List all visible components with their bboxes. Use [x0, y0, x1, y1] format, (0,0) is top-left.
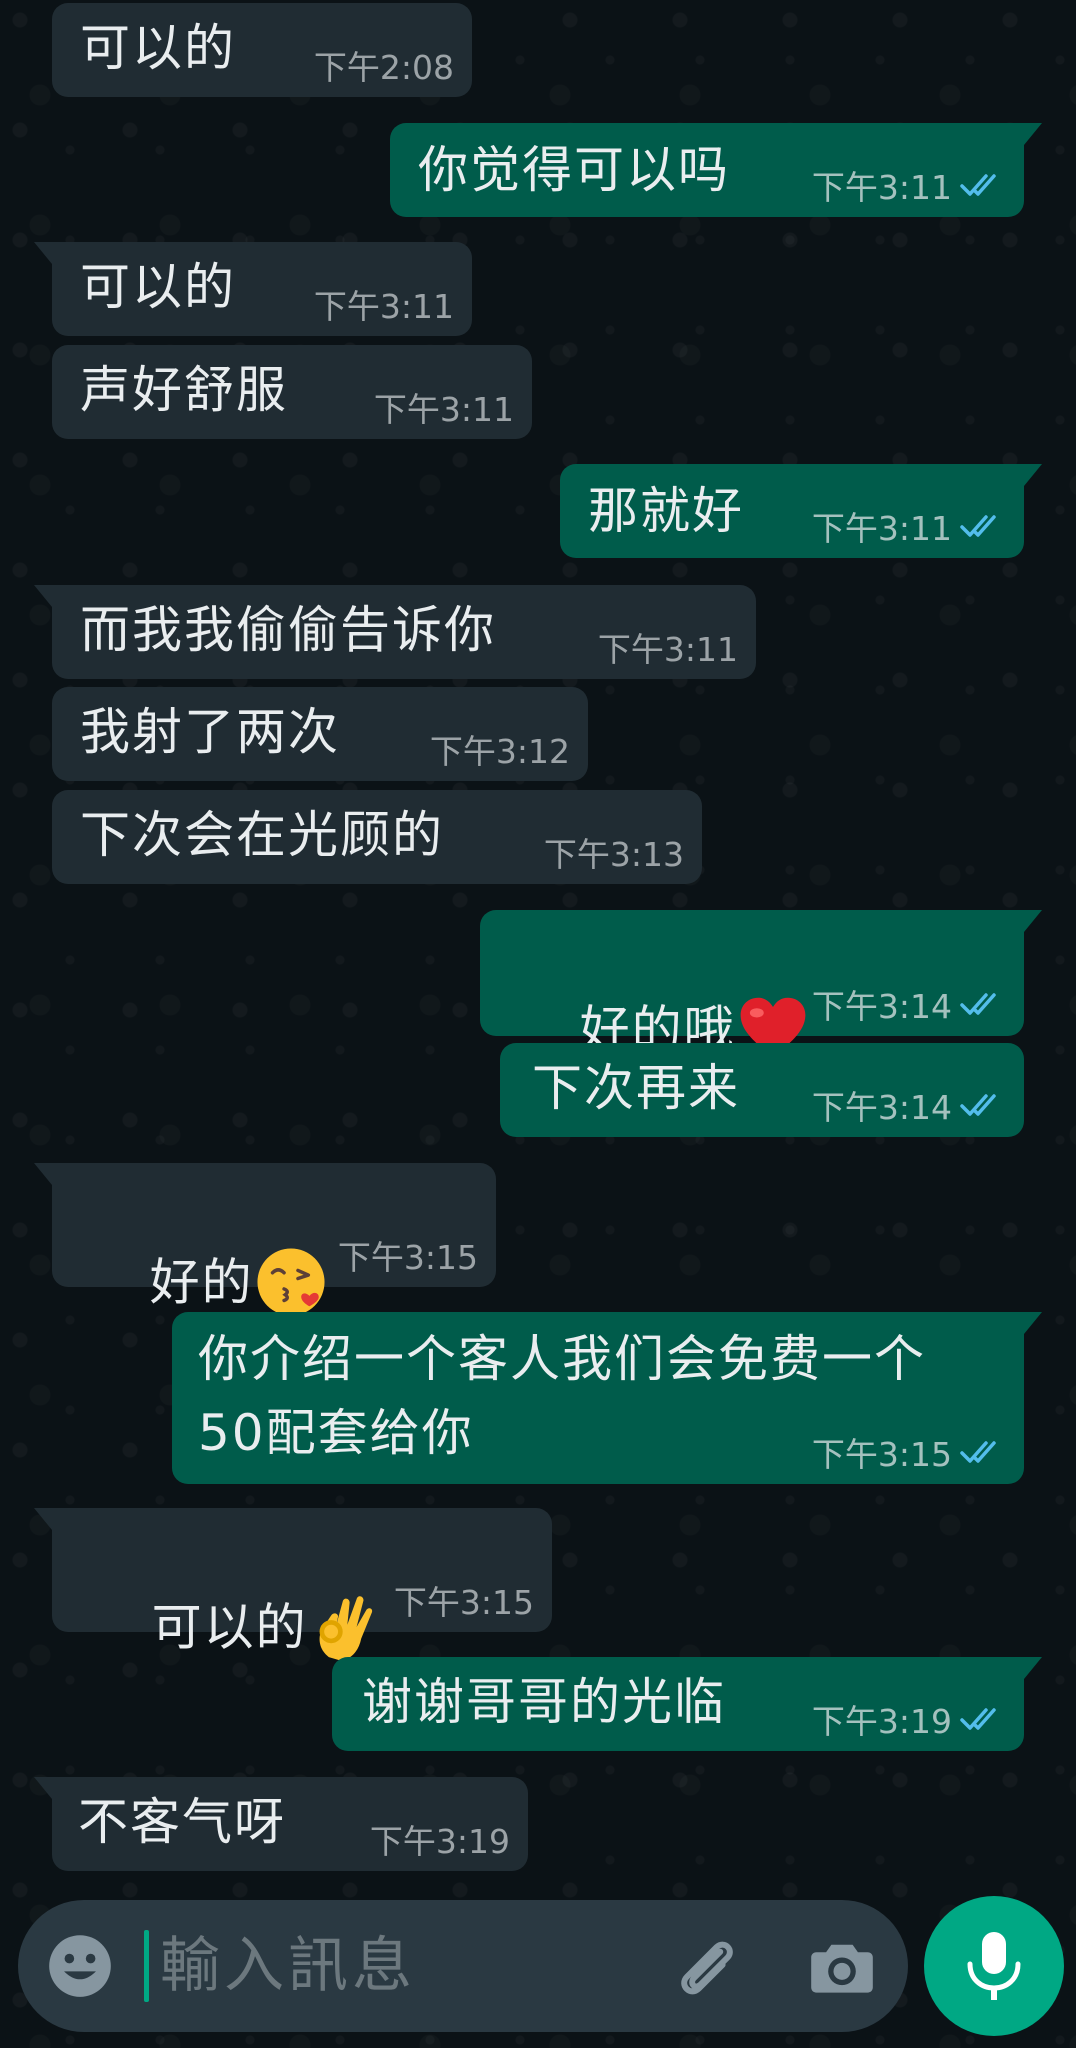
message-incoming[interactable]: 可以的 下午3:11 — [34, 242, 472, 336]
message-time: 下午3:15 — [811, 1435, 952, 1474]
message-time: 下午3:14 — [811, 1088, 952, 1127]
message-text: 下次再来 — [532, 1059, 740, 1117]
attach-icon[interactable] — [668, 1928, 744, 2004]
message-time: 下午2:08 — [313, 48, 454, 87]
message-outgoing[interactable]: 好的哦 下午3:14 — [480, 910, 1042, 1059]
mic-icon — [967, 1932, 1021, 2000]
message-text: 好的 — [149, 1253, 254, 1312]
message-text: 谢谢哥哥的光临 — [362, 1673, 726, 1731]
message-time: 下午3:11 — [313, 287, 454, 326]
message-incoming[interactable]: 不客气呀 下午3:19 — [34, 1777, 528, 1871]
read-ticks-icon — [960, 515, 996, 537]
message-outgoing[interactable]: 你介绍一个客人我们会免费一个 50配套给你 下午3:15 — [172, 1312, 1042, 1484]
message-text: 那就好 — [588, 482, 744, 540]
message-incoming[interactable]: 下次会在光顾的 下午3:13 — [52, 790, 702, 884]
message-time: 下午3:15 — [337, 1238, 478, 1277]
face-blowing-kiss-icon — [257, 1248, 325, 1316]
message-time: 下午3:19 — [811, 1702, 952, 1741]
message-text: 我射了两次 — [80, 703, 340, 761]
message-incoming[interactable]: 我射了两次 下午3:12 — [52, 687, 588, 781]
message-time: 下午3:13 — [543, 835, 684, 874]
text-cursor — [144, 1930, 149, 2002]
message-text: 不客气呀 — [78, 1793, 286, 1851]
message-text: 可以的 — [80, 258, 236, 316]
message-text: 可以的 — [80, 19, 236, 77]
message-composer: 輸入訊息 — [18, 1900, 908, 2032]
message-incoming[interactable]: 好的 下午3:15 — [34, 1163, 496, 1316]
message-outgoing[interactable]: 你觉得可以吗 下午3:11 — [390, 123, 1042, 217]
message-time: 下午3:14 — [811, 987, 952, 1026]
message-time: 下午3:15 — [393, 1583, 534, 1622]
message-time: 下午3:11 — [811, 509, 952, 548]
emoji-icon[interactable] — [46, 1932, 114, 2000]
read-ticks-icon — [960, 1441, 996, 1463]
message-text: 可以的 — [151, 1598, 308, 1657]
message-incoming[interactable]: 而我我偷偷告诉你 下午3:11 — [34, 585, 756, 679]
message-outgoing[interactable]: 那就好 下午3:11 — [560, 464, 1042, 558]
message-input[interactable]: 輸入訊息 — [160, 1928, 416, 2004]
read-ticks-icon — [960, 174, 996, 196]
read-ticks-icon — [960, 993, 996, 1015]
message-text: 声好舒服 — [80, 361, 288, 419]
read-ticks-icon — [960, 1094, 996, 1116]
message-text: 而我我偷偷告诉你 — [80, 601, 496, 659]
voice-message-button[interactable] — [924, 1896, 1064, 2036]
message-time: 下午3:19 — [369, 1822, 510, 1861]
message-text: 你觉得可以吗 — [418, 141, 730, 199]
ok-hand-icon — [319, 1596, 372, 1661]
message-time: 下午3:11 — [597, 630, 738, 669]
camera-icon[interactable] — [808, 1932, 876, 2000]
message-time: 下午3:11 — [373, 390, 514, 429]
message-outgoing[interactable]: 下次再来 下午3:14 — [500, 1043, 1024, 1137]
message-text: 下次会在光顾的 — [80, 806, 444, 864]
read-ticks-icon — [960, 1708, 996, 1730]
message-outgoing[interactable]: 谢谢哥哥的光临 下午3:19 — [332, 1657, 1042, 1751]
message-time: 下午3:11 — [811, 168, 952, 207]
message-time: 下午3:12 — [429, 732, 570, 771]
message-incoming[interactable]: 可以的 下午2:08 — [52, 3, 472, 97]
message-incoming[interactable]: 声好舒服 下午3:11 — [52, 345, 532, 439]
message-incoming[interactable]: 可以的 下午3:15 — [34, 1508, 552, 1661]
